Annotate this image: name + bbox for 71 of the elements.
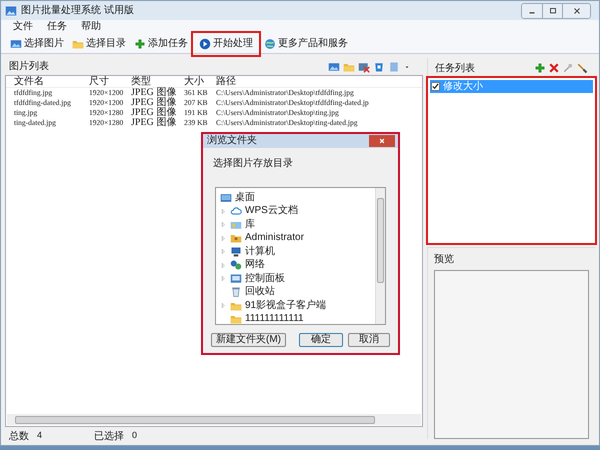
remove-picture-icon[interactable] xyxy=(358,60,370,72)
table-cell-text: JPEG 图像 xyxy=(131,98,178,108)
panel-title: 图片列表 xyxy=(9,60,49,74)
checkbox[interactable] xyxy=(431,82,440,91)
recycle-bin-icon xyxy=(230,286,242,298)
toolbar-button[interactable]: 添加任务 xyxy=(131,34,191,52)
column-header[interactable]: 文件名 xyxy=(14,76,89,86)
folder-item[interactable]: 111111111111 xyxy=(245,314,304,324)
table-cell-text: JPEG 图像 xyxy=(131,88,178,98)
folder-item[interactable]: WPS云文档 xyxy=(245,206,298,216)
delete-icon[interactable] xyxy=(548,62,560,74)
scrollbar-thumb[interactable] xyxy=(15,416,375,424)
computer-icon xyxy=(230,246,242,258)
table-cell-text: JPEG 图像 xyxy=(131,108,178,118)
toolbar-button[interactable]: 选择图片 xyxy=(7,34,67,52)
cloud-icon xyxy=(230,205,242,218)
status-label: 总数 xyxy=(9,430,29,444)
status-label: 已选择 xyxy=(94,430,124,444)
picture-icon[interactable] xyxy=(328,60,340,72)
table-cell-text: JPEG 图像 xyxy=(131,118,178,128)
dialog-button[interactable]: 新建文件夹(M) xyxy=(211,333,286,347)
toolbar-button[interactable]: 选择目录 xyxy=(69,34,129,52)
close-button[interactable] xyxy=(562,4,590,18)
globe-icon xyxy=(264,38,276,50)
column-header[interactable]: 路径 xyxy=(216,76,414,86)
brush-icon[interactable] xyxy=(576,62,588,74)
picture-icon xyxy=(10,38,22,50)
status-value: 0 xyxy=(132,429,138,442)
folder-item[interactable]: 桌面 xyxy=(235,192,255,203)
user-folder-icon xyxy=(230,232,242,244)
toolbar-button[interactable]: 开始处理 xyxy=(193,32,259,54)
column-header[interactable]: 大小 xyxy=(184,76,216,86)
status-value: 4 xyxy=(37,429,42,442)
folder-icon xyxy=(230,313,242,324)
folder-item[interactable]: 控制面板 xyxy=(245,274,285,284)
toolbar-button[interactable]: 更多产品和服务 xyxy=(261,34,351,52)
dialog-title: 浏览文件夹 xyxy=(207,136,257,146)
plus-icon[interactable] xyxy=(534,62,546,74)
plus-icon xyxy=(134,38,146,50)
vertical-scrollbar[interactable] xyxy=(375,188,385,324)
folder-item[interactable]: 计算机 xyxy=(245,246,275,257)
play-icon xyxy=(199,38,211,50)
horizontal-scrollbar[interactable] xyxy=(7,414,421,425)
folder-item[interactable]: Administrator xyxy=(245,233,304,244)
folder-item[interactable]: 回收站 xyxy=(245,287,275,298)
trash-icon[interactable] xyxy=(373,60,385,72)
column-header[interactable]: 类型 xyxy=(131,76,184,86)
column-header[interactable]: 尺寸 xyxy=(89,76,131,86)
folder-item[interactable]: 91影视盒子客户端 xyxy=(245,300,326,311)
close-button[interactable] xyxy=(369,135,395,147)
window-title: 图片批量处理系统 试用版 xyxy=(21,6,134,16)
menu-item[interactable]: 任务 xyxy=(47,22,67,32)
panel-title: 任务列表 xyxy=(435,62,475,76)
folder-item[interactable]: 库 xyxy=(245,220,255,230)
dialog-button[interactable]: 确定 xyxy=(299,333,343,347)
scrollbar-thumb[interactable] xyxy=(377,198,384,283)
folder-item[interactable]: 网络 xyxy=(245,260,265,270)
menu-item[interactable]: 文件 xyxy=(13,22,33,32)
dialog-prompt: 选择图片存放目录 xyxy=(213,156,294,171)
expand-arrow-icon[interactable] xyxy=(220,302,227,310)
app-icon xyxy=(5,4,17,16)
panel-title: 预览 xyxy=(434,252,455,266)
control-panel-icon xyxy=(230,272,242,285)
maximize-icon[interactable] xyxy=(548,6,558,16)
menu-item[interactable]: 帮助 xyxy=(81,22,101,32)
close-icon[interactable] xyxy=(377,136,387,146)
dialog-button[interactable]: 取消 xyxy=(348,333,390,347)
network-icon xyxy=(230,259,242,272)
monitor-icon xyxy=(220,192,232,204)
maximize-button[interactable] xyxy=(542,4,562,18)
close-icon[interactable] xyxy=(572,6,582,16)
